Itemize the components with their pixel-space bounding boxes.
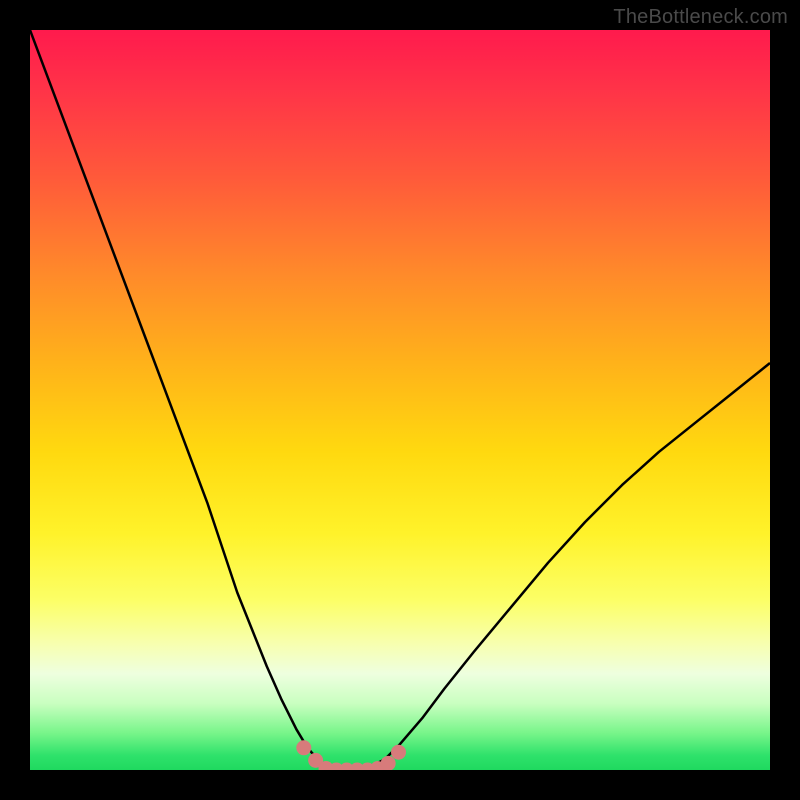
bottom-marker [381,756,396,770]
chart-frame: TheBottleneck.com [0,0,800,800]
bottom-marker [296,740,311,755]
bottleneck-curve [30,30,770,770]
curve-path [30,30,770,770]
plot-area [30,30,770,770]
bottom-marker [391,745,406,760]
attribution-text: TheBottleneck.com [613,6,788,29]
